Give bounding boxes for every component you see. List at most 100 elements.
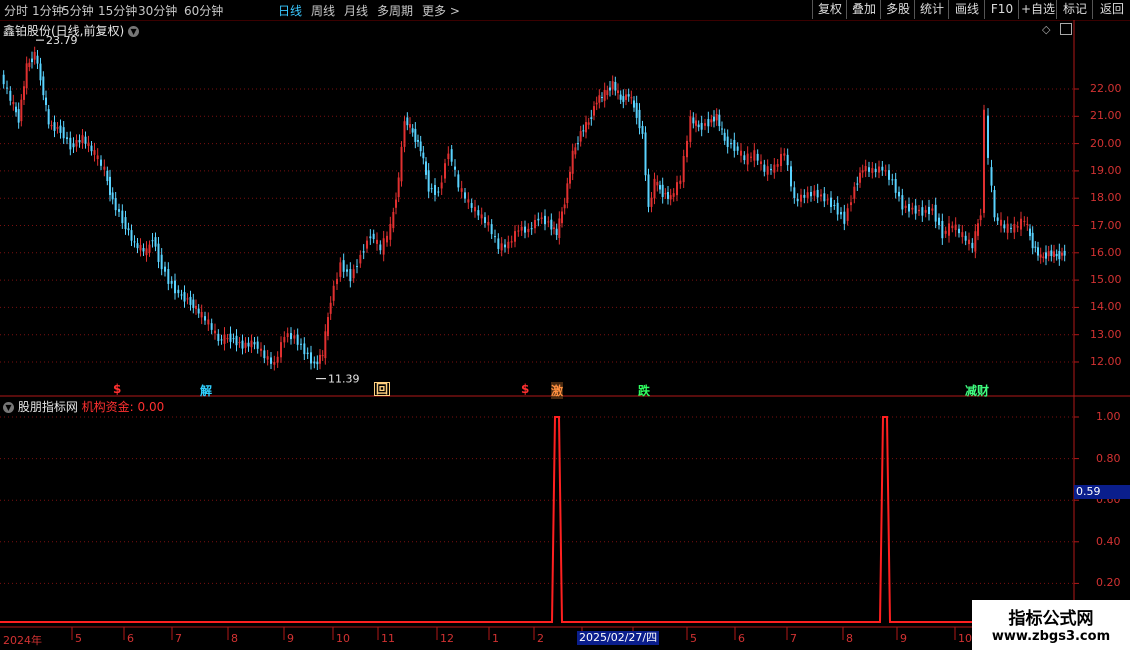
candle-body — [226, 338, 229, 340]
candle-body — [327, 317, 329, 336]
candle-body — [661, 184, 664, 198]
candle-body — [75, 140, 78, 147]
candle-body — [633, 100, 635, 108]
candle-body — [547, 221, 550, 223]
candle-body — [87, 142, 90, 146]
candle-body — [124, 217, 127, 230]
candle-body — [587, 122, 590, 125]
candle-body — [800, 194, 802, 202]
candle-body — [1013, 223, 1016, 233]
candle-body — [979, 215, 982, 221]
candle-body — [561, 211, 563, 224]
candle-body — [411, 128, 414, 133]
candle-body — [888, 170, 890, 180]
candle-body — [232, 338, 235, 340]
date-tick-label: 7 — [790, 632, 797, 645]
indicator-header: ▼ 股朋指标网 机构资金: 0.00 — [3, 398, 164, 415]
candle-body — [951, 225, 954, 229]
candle-body — [938, 217, 940, 226]
candle-body — [672, 193, 675, 197]
candle-body — [579, 131, 582, 142]
candle-body — [721, 128, 723, 130]
candle-body — [263, 350, 266, 359]
candle-body — [850, 202, 852, 206]
candle-body — [928, 206, 930, 215]
candle-body — [389, 223, 392, 240]
candle-body — [884, 170, 887, 172]
candle-body — [653, 178, 656, 199]
candle-body — [793, 187, 796, 199]
candle-body — [806, 192, 809, 198]
candle-body — [392, 211, 395, 229]
price-tick-label: 18.00 — [1090, 191, 1122, 205]
candle-body — [437, 191, 440, 193]
candle-body — [566, 183, 569, 204]
signal-marker: 激 — [551, 382, 564, 399]
candle-body — [270, 357, 272, 364]
candle-body — [524, 226, 526, 233]
candle-body — [286, 333, 289, 338]
candle-body — [569, 171, 571, 184]
candle-body — [644, 132, 647, 176]
chevron-down-icon[interactable]: ▼ — [3, 402, 14, 413]
date-tick-label: 8 — [231, 632, 238, 645]
kline-chart[interactable]: 23.79 11.39 — [0, 0, 1130, 650]
candle-body — [241, 340, 244, 349]
candle-body — [704, 123, 706, 126]
candle-body — [419, 141, 422, 152]
candle-body — [574, 147, 577, 155]
candle-body — [836, 202, 839, 215]
watermark-title: 指标公式网 — [1008, 609, 1094, 629]
candle-body — [697, 124, 700, 128]
candle-body — [514, 231, 516, 242]
candle-body — [157, 243, 160, 262]
candle-body — [961, 232, 964, 238]
candle-body — [571, 150, 574, 174]
candle-body — [944, 230, 947, 234]
candle-body — [81, 135, 84, 144]
candle-body — [109, 176, 111, 195]
indicator-tick-label: 0.80 — [1096, 451, 1121, 465]
candle-body — [45, 97, 47, 105]
candle-body — [72, 143, 75, 148]
candle-body — [1061, 252, 1063, 256]
candle-body — [111, 192, 114, 200]
candle-body — [715, 113, 718, 121]
candle-body — [974, 231, 977, 252]
candle-body — [490, 224, 493, 235]
candle-body — [319, 354, 321, 364]
candle-body — [695, 120, 697, 126]
candle-body — [372, 233, 375, 240]
candle-body — [679, 180, 682, 184]
candle-body — [42, 76, 45, 96]
candle-body — [487, 221, 490, 226]
candle-body — [2, 74, 5, 85]
candle-body — [614, 81, 617, 91]
candle-body — [853, 186, 856, 199]
candle-body — [306, 352, 309, 355]
candle-body — [220, 339, 223, 341]
candle-body — [148, 244, 151, 253]
watermark-url: www.zbgs3.com — [991, 629, 1111, 644]
candle-body — [460, 188, 463, 192]
candle-body — [736, 146, 739, 151]
candle-body — [454, 166, 456, 170]
candle-body — [170, 280, 173, 284]
date-tick-label: 2 — [537, 632, 544, 645]
candle-body — [1020, 218, 1022, 230]
candle-body — [1016, 226, 1019, 228]
candle-body — [756, 153, 759, 161]
candle-body — [276, 356, 279, 363]
candle-body — [700, 122, 703, 130]
candle-body — [160, 254, 163, 270]
high-price-label: 23.79 — [46, 34, 78, 47]
candle-body — [891, 179, 894, 181]
candle-body — [484, 217, 486, 223]
candle-body — [127, 228, 130, 231]
candle-body — [550, 219, 553, 230]
candle-body — [1010, 227, 1012, 229]
candle-body — [983, 109, 985, 213]
indicator-name: 股朋指标网 — [17, 400, 78, 414]
candle-body — [810, 191, 812, 197]
candle-body — [603, 89, 606, 101]
